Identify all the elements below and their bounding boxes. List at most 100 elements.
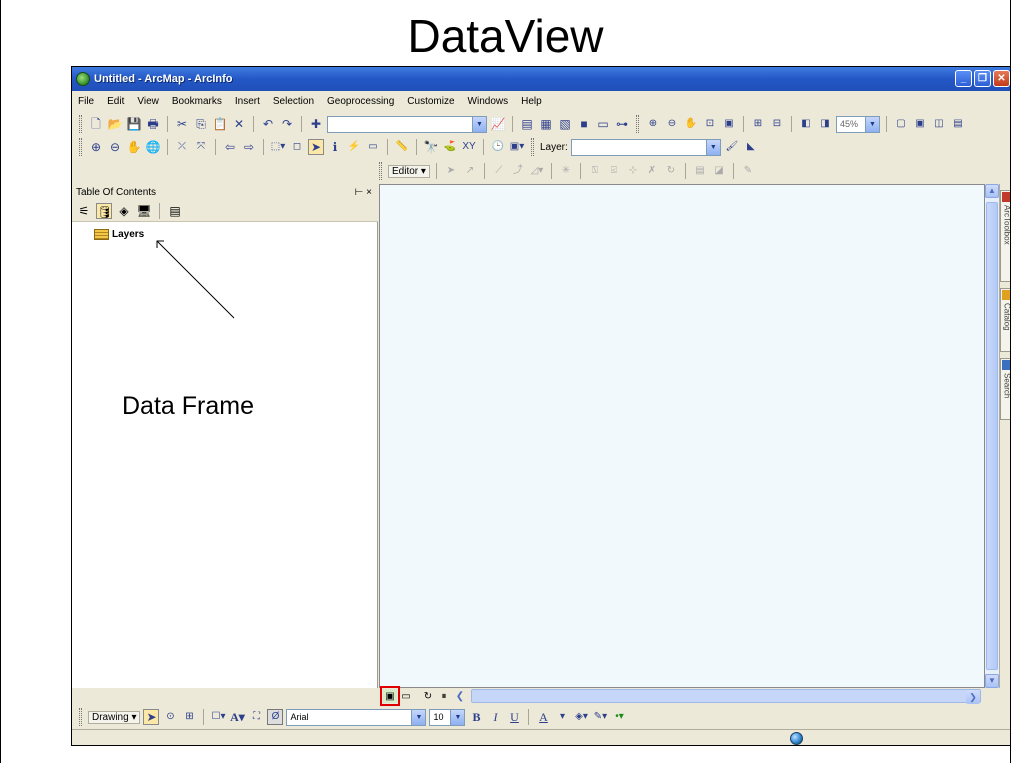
previous-extent-icon[interactable]: ◧ bbox=[798, 116, 814, 132]
layout-pan-icon[interactable]: ✋ bbox=[683, 116, 699, 132]
find-route-icon[interactable]: ⛳ bbox=[442, 139, 458, 155]
restore-button[interactable]: ❐ bbox=[974, 70, 991, 87]
zoom-to-selected-elements-icon[interactable]: ⊞ bbox=[181, 709, 197, 725]
toolbar-grip[interactable] bbox=[79, 708, 82, 726]
menu-geoprocessing[interactable]: Geoprocessing bbox=[327, 96, 394, 107]
model-builder-icon[interactable]: ⊶ bbox=[614, 116, 630, 132]
menu-windows[interactable]: Windows bbox=[468, 96, 509, 107]
chevron-down-icon[interactable]: ▼ bbox=[705, 139, 720, 155]
paste-icon[interactable]: 📋 bbox=[212, 116, 228, 132]
rotate-icon[interactable]: ↻ bbox=[663, 163, 679, 179]
arctoolbox-icon[interactable]: ■ bbox=[576, 116, 592, 132]
italic-button[interactable]: I bbox=[487, 709, 503, 725]
open-icon[interactable]: 📂 bbox=[107, 116, 123, 132]
scroll-left-icon[interactable]: ❮ bbox=[453, 689, 467, 703]
pause-drawing-icon[interactable]: ⏸ bbox=[437, 689, 451, 703]
line-color-icon[interactable]: ✎▾ bbox=[592, 709, 608, 725]
fixed-zoom-out-icon[interactable]: ⤧ bbox=[193, 139, 209, 155]
add-data-icon[interactable]: ✚ bbox=[308, 116, 324, 132]
minimize-button[interactable]: _ bbox=[955, 70, 972, 87]
forward-extent-icon[interactable]: ⇨ bbox=[241, 139, 257, 155]
zoom-whole-page-icon[interactable]: ⊡ bbox=[702, 116, 718, 132]
layout-view-icon[interactable]: ▭ bbox=[399, 689, 413, 703]
data-view-icon[interactable]: ▣ bbox=[380, 686, 400, 706]
layer-combo[interactable]: ▼ bbox=[570, 138, 721, 156]
search-window-icon[interactable]: ▧ bbox=[557, 116, 573, 132]
scroll-up-icon[interactable]: ▲ bbox=[985, 184, 999, 198]
zoom-percent-combo[interactable]: 45% ▼ bbox=[836, 115, 880, 133]
catalog-tab[interactable]: Catalog bbox=[1000, 288, 1010, 352]
map-scale-combo[interactable]: ▼ bbox=[327, 115, 487, 133]
menu-help[interactable]: Help bbox=[521, 96, 542, 107]
font-color-button[interactable]: A bbox=[535, 709, 551, 725]
rotate-element-icon[interactable]: ⊙ bbox=[162, 709, 178, 725]
edit-annotation-icon[interactable]: ↗ bbox=[462, 163, 478, 179]
hyperlink-icon[interactable]: ⚡ bbox=[346, 139, 362, 155]
copy-icon[interactable]: ⎘ bbox=[193, 116, 209, 132]
fixed-zoom-in-icon[interactable]: ⊞ bbox=[750, 116, 766, 132]
cut-icon[interactable]: ✂ bbox=[174, 116, 190, 132]
search-tab[interactable]: Search bbox=[1000, 358, 1010, 420]
menu-customize[interactable]: Customize bbox=[407, 96, 454, 107]
editor-menu-button[interactable]: Editor ▾ bbox=[388, 164, 430, 178]
edit-tool-icon[interactable]: ➤ bbox=[443, 163, 459, 179]
layout-zoom-in-icon[interactable]: ⊕ bbox=[645, 116, 661, 132]
reshape-icon[interactable]: ⍃ bbox=[606, 163, 622, 179]
menu-view[interactable]: View bbox=[137, 96, 159, 107]
menu-selection[interactable]: Selection bbox=[273, 96, 314, 107]
fill-color-icon[interactable]: ◈▾ bbox=[573, 709, 589, 725]
scroll-down-icon[interactable]: ▼ bbox=[985, 674, 999, 688]
chevron-down-icon[interactable]: ▼ bbox=[411, 709, 426, 725]
time-slider-icon[interactable]: 🕒 bbox=[490, 139, 506, 155]
menu-bookmarks[interactable]: Bookmarks bbox=[172, 96, 222, 107]
find-icon[interactable]: 🔭 bbox=[423, 139, 439, 155]
menu-edit[interactable]: Edit bbox=[107, 96, 124, 107]
menu-insert[interactable]: Insert bbox=[235, 96, 260, 107]
toolbar-grip[interactable] bbox=[79, 115, 82, 133]
table-of-contents-icon[interactable]: ▤ bbox=[519, 116, 535, 132]
fixed-zoom-in-icon[interactable]: ⤫ bbox=[174, 139, 190, 155]
effects-icon[interactable]: 🖌 bbox=[724, 139, 740, 155]
menu-file[interactable]: File bbox=[78, 96, 94, 107]
back-extent-icon[interactable]: ⇦ bbox=[222, 139, 238, 155]
catalog-icon[interactable]: ▦ bbox=[538, 116, 554, 132]
refresh-icon[interactable]: ↻ bbox=[421, 689, 435, 703]
drawing-menu-button[interactable]: Drawing ▾ bbox=[88, 710, 141, 724]
zoom-in-icon[interactable]: ⊕ bbox=[88, 139, 104, 155]
scroll-thumb[interactable] bbox=[986, 202, 998, 670]
callout-icon[interactable]: ⛶ bbox=[248, 709, 264, 725]
print-icon[interactable]: 🖶 bbox=[145, 116, 161, 132]
title-bar[interactable]: Untitled - ArcMap - ArcInfo _ ❐ ✕ bbox=[72, 67, 1010, 91]
zoom-100-icon[interactable]: ▣ bbox=[721, 116, 737, 132]
go-to-xy-icon[interactable]: XY bbox=[461, 139, 477, 155]
chevron-down-icon[interactable]: ▼ bbox=[472, 116, 486, 132]
underline-button[interactable]: U bbox=[506, 709, 522, 725]
toolbar-grip[interactable] bbox=[79, 138, 82, 156]
new-text-icon[interactable]: A▾ bbox=[229, 709, 245, 725]
swipe-icon[interactable]: ◣ bbox=[743, 139, 759, 155]
attributes-icon[interactable]: ▤ bbox=[692, 163, 708, 179]
chevron-down-icon[interactable]: ▾ bbox=[554, 709, 570, 725]
toolbar-grip[interactable] bbox=[531, 138, 534, 156]
data-driven-pages-icon[interactable]: ▤ bbox=[950, 116, 966, 132]
zoom-out-icon[interactable]: ⊖ bbox=[107, 139, 123, 155]
cut-polygons-icon[interactable]: ⊹ bbox=[625, 163, 641, 179]
chevron-down-icon[interactable]: ▼ bbox=[450, 709, 465, 725]
create-viewer-window-icon[interactable]: ▣▾ bbox=[509, 139, 525, 155]
font-name-combo[interactable]: Arial ▼ bbox=[286, 708, 427, 726]
end-point-arc-icon[interactable]: ⤴ bbox=[510, 163, 526, 179]
fixed-zoom-out-icon[interactable]: ⊟ bbox=[769, 116, 785, 132]
measure-icon[interactable]: 📏 bbox=[394, 139, 410, 155]
layout-zoom-out-icon[interactable]: ⊖ bbox=[664, 116, 680, 132]
create-features-icon[interactable]: ✎ bbox=[740, 163, 756, 179]
rectangle-icon[interactable]: ☐▾ bbox=[210, 709, 226, 725]
delete-icon[interactable]: ✕ bbox=[231, 116, 247, 132]
next-extent-icon[interactable]: ◨ bbox=[817, 116, 833, 132]
toolbar-grip[interactable] bbox=[636, 115, 639, 133]
scroll-right-icon[interactable]: ❯ bbox=[966, 690, 980, 704]
undo-icon[interactable]: ↶ bbox=[260, 116, 276, 132]
select-features-icon[interactable]: ⬚▾ bbox=[270, 139, 286, 155]
pan-icon[interactable]: ✋ bbox=[126, 139, 142, 155]
python-window-icon[interactable]: ▭ bbox=[595, 116, 611, 132]
arctoolbox-tab[interactable]: ArcToolbox bbox=[1000, 190, 1010, 282]
